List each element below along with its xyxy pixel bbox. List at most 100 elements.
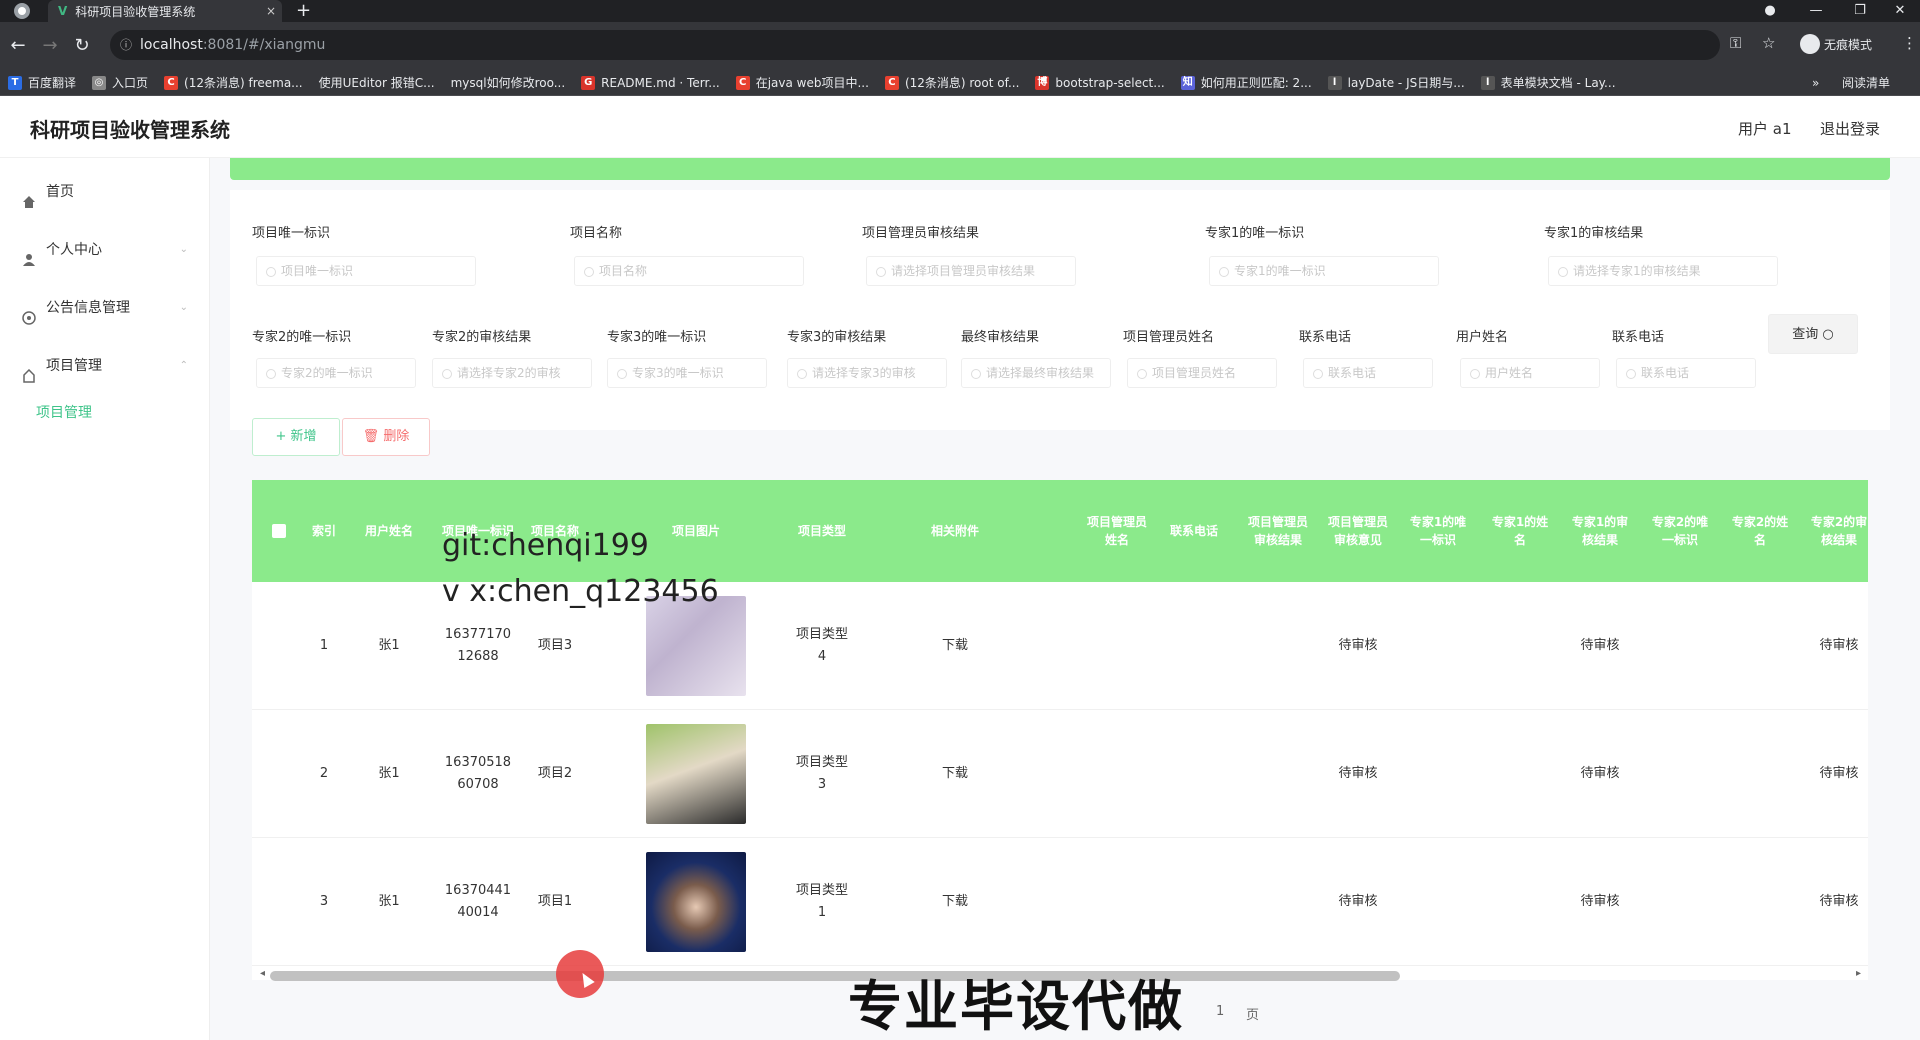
info-icon[interactable]: ⓘ [120, 30, 132, 60]
field-label: 项目唯一标识 [252, 226, 331, 241]
bookmark-label: (12条消息) freema... [184, 76, 303, 90]
bookmark-item[interactable]: l 表单模块文档 - Lay... [1480, 74, 1616, 91]
expert1-review-select[interactable]: 请选择专家1的审核结果 [1548, 256, 1778, 286]
csdn-icon: C [735, 75, 750, 90]
new-tab-button[interactable]: + [296, 0, 311, 22]
bookmarks-more-icon[interactable]: » [1812, 70, 1819, 96]
bookmark-item[interactable]: T 百度翻译 [8, 74, 76, 91]
project-image[interactable] [646, 596, 746, 696]
bookmark-label: 如何用正则匹配: 2... [1200, 76, 1312, 90]
field-label: 项目管理员审核结果 [862, 226, 980, 241]
globe-icon: ◎ [92, 75, 107, 90]
bookmark-item[interactable]: C (12条消息) root of... [884, 74, 1020, 91]
row-review-status: 待审核 [1580, 766, 1620, 781]
expert2-id-input[interactable]: 专家2的唯一标识 [256, 358, 416, 388]
bookmark-item[interactable]: mysql如何修改roo... [451, 74, 566, 91]
scrollbar-thumb[interactable] [270, 971, 1400, 981]
forward-icon[interactable]: → [38, 34, 62, 58]
admin-phone-input[interactable]: 联系电话 [1303, 358, 1433, 388]
pager-current-page[interactable]: 1 [1216, 1004, 1224, 1019]
logout-button[interactable]: 退出登录 [1820, 118, 1880, 139]
sidebar-item-profile[interactable]: 个人中心 ⌄ [0, 230, 210, 270]
field-label: 专家1的审核结果 [1544, 226, 1644, 241]
delete-button[interactable]: 🗑 删除 [342, 418, 430, 456]
project-image[interactable] [646, 724, 746, 824]
column-header[interactable]: 项目类型 [792, 480, 852, 582]
notice-icon [22, 301, 36, 325]
user-name-input[interactable]: 用户姓名 [1460, 358, 1600, 388]
column-header[interactable]: 项目管理员姓名 [1087, 480, 1147, 582]
column-header[interactable]: 专家2的姓名 [1730, 480, 1790, 582]
tab-close-icon[interactable]: × [260, 4, 282, 18]
row-user: 张1 [378, 638, 400, 653]
admin-name-input[interactable]: 项目管理员姓名 [1127, 358, 1277, 388]
column-header[interactable]: 索引 [304, 480, 344, 582]
user-phone-input[interactable]: 联系电话 [1616, 358, 1756, 388]
column-header[interactable]: 项目图片 [646, 480, 746, 582]
sidebar: 首页 个人中心 ⌄ 公告信息管理 ⌄ 项目管理 ⌃ [0, 158, 210, 1040]
close-window-icon[interactable]: ✕ [1880, 0, 1920, 22]
expert2-review-select[interactable]: 请选择专家2的审核 [432, 358, 592, 388]
column-header[interactable]: 项目管理员审核意见 [1328, 480, 1388, 582]
bookmark-star-icon[interactable]: ☆ [1762, 34, 1775, 52]
reload-icon[interactable]: ↻ [70, 34, 94, 58]
column-header[interactable]: 项目管理员审核结果 [1248, 480, 1308, 582]
column-header[interactable]: 联系电话 [1164, 480, 1224, 582]
bookmarks-bar: T 百度翻译 ◎ 入口页 C (12条消息) freema... 使用UEditor … [0, 70, 1920, 96]
column-header[interactable]: 专家2的唯一标识 [1650, 480, 1710, 582]
sidebar-item-project[interactable]: 项目管理 ⌃ [0, 346, 210, 386]
bookmark-item[interactable]: C (12条消息) freema... [164, 74, 303, 91]
bookmark-item[interactable]: C 在java web项目中... [735, 74, 869, 91]
add-button[interactable]: + 新增 [252, 418, 340, 456]
scroll-right-icon[interactable]: ▸ [1856, 968, 1861, 979]
minimize-icon[interactable]: — [1796, 0, 1836, 22]
expert3-review-select[interactable]: 请选择专家3的审核 [787, 358, 947, 388]
project-id-input[interactable]: 项目唯一标识 [256, 256, 476, 286]
bookmark-item[interactable]: 使用UEditor 报错C... [319, 74, 435, 91]
expert1-id-input[interactable]: 专家1的唯一标识 [1209, 256, 1439, 286]
restore-icon[interactable]: ❐ [1840, 0, 1880, 22]
incognito-badge[interactable]: 无痕模式 [1800, 34, 1872, 54]
final-review-select[interactable]: 请选择最终审核结果 [961, 358, 1111, 388]
admin-review-select[interactable]: 请选择项目管理员审核结果 [866, 256, 1076, 286]
row-review-status: 待审核 [1819, 766, 1859, 781]
key-icon[interactable]: ⚿ [1730, 34, 1741, 52]
query-button[interactable]: 查询 ○ [1768, 314, 1858, 354]
field-label: 联系电话 [1299, 330, 1352, 345]
table-row[interactable]: 2 张1 1637051860708 项目2 项目类型3 下载 待审核 待审核 … [252, 710, 1868, 838]
column-header[interactable]: 用户姓名 [358, 480, 420, 582]
sidebar-subitem-project-management[interactable]: 项目管理 [36, 402, 92, 422]
column-header[interactable]: 专家1的审核结果 [1570, 480, 1630, 582]
column-header[interactable]: 专家1的唯一标识 [1408, 480, 1468, 582]
project-image[interactable] [646, 852, 746, 952]
column-header[interactable]: 专家1的姓名 [1490, 480, 1550, 582]
url-input[interactable]: ⓘ localhost:8081/#/xiangmu [110, 30, 1720, 60]
sidebar-item-home[interactable]: 首页 [0, 172, 210, 212]
scroll-left-icon[interactable]: ◂ [260, 968, 265, 979]
project-name-input[interactable]: 项目名称 [574, 256, 804, 286]
bookmark-item[interactable]: 博 bootstrap-select... [1035, 75, 1165, 90]
column-header[interactable]: 相关附件 [900, 480, 1010, 582]
bookmark-item[interactable]: G README.md · Terr... [581, 75, 720, 90]
address-bar: ← → ↻ ⓘ localhost:8081/#/xiangmu ⚿ ☆ 无痕模… [0, 22, 1920, 70]
profile-icon[interactable]: ● [1750, 0, 1790, 22]
chevron-up-icon: ⌃ [179, 360, 188, 371]
expert3-id-input[interactable]: 专家3的唯一标识 [607, 358, 767, 388]
bookmark-label: (12条消息) root of... [904, 76, 1020, 90]
sidebar-item-notice[interactable]: 公告信息管理 ⌄ [0, 288, 210, 328]
menu-icon[interactable]: ⋮ [1902, 34, 1917, 52]
row-review-status: 待审核 [1338, 894, 1378, 909]
reading-list-button[interactable]: 阅读清单 [1842, 70, 1890, 96]
table-row[interactable]: 3 张1 1637044140014 项目1 项目类型1 下载 待审核 待审核 … [252, 838, 1868, 966]
download-link[interactable]: 下载 [900, 582, 1010, 710]
bookmark-item[interactable]: ◎ 入口页 [92, 74, 148, 91]
bookmark-item[interactable]: l layDate - JS日期与... [1327, 74, 1465, 91]
browser-tab[interactable]: V 科研项目验收管理系统 × [48, 0, 282, 22]
back-icon[interactable]: ← [6, 34, 30, 58]
select-all-checkbox[interactable] [272, 524, 286, 538]
download-link[interactable]: 下载 [900, 710, 1010, 838]
bookmark-item[interactable]: 知如何用正则匹配: 2... [1180, 74, 1312, 91]
download-link[interactable]: 下载 [900, 838, 1010, 966]
app-title: 科研项目验收管理系统 [30, 118, 230, 142]
column-header[interactable]: 专家2的审核结果 [1810, 480, 1868, 582]
